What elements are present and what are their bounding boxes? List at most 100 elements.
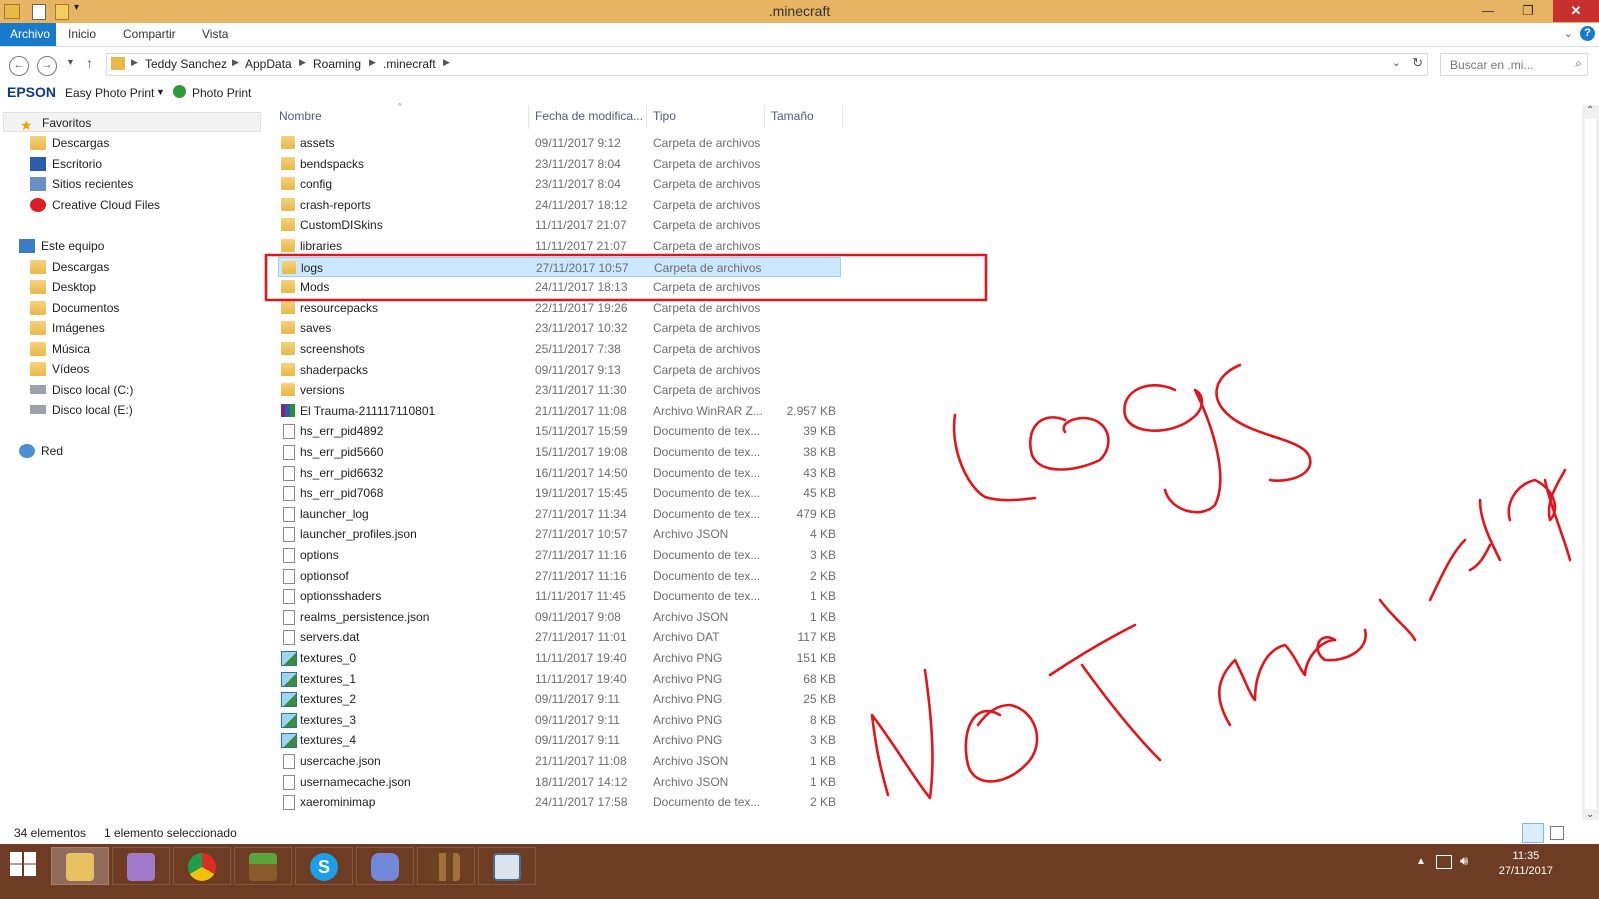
help-icon[interactable]: ? [1580,26,1595,41]
file-row[interactable]: El Trauma-211117110801 21/11/2017 11:08 Ar… [278,401,841,421]
file-row[interactable]: textures_4 09/11/2017 9:11 Archivo PNG 3 KB [278,730,841,750]
file-row[interactable]: libraries 11/11/2017 21:07 Carpeta de arch… [278,236,841,256]
nav-item-disco-c[interactable]: Disco local (C:) [30,380,133,400]
breadcrumb-separator-icon[interactable]: ▶ [232,57,239,68]
large-icons-view-icon[interactable] [1550,826,1564,840]
nav-item-descargas-pc[interactable]: Descargas [30,257,109,277]
taskbar-skype[interactable]: S [295,847,353,885]
nav-este-equipo[interactable]: Este equipo [19,236,104,256]
nav-item-musica[interactable]: Música [30,339,90,359]
file-row[interactable]: usercache.json 21/11/2017 11:08 Archivo JS… [278,751,841,771]
file-row[interactable]: hs_err_pid7068 19/11/2017 15:45 Documento … [278,483,841,503]
tab-vista[interactable]: Vista [192,23,238,46]
file-row[interactable]: hs_err_pid6632 16/11/2017 14:50 Documento … [278,463,841,483]
back-button[interactable]: ← [9,56,29,76]
scroll-thumb[interactable] [1585,119,1596,809]
tab-inicio[interactable]: Inicio [58,23,106,46]
taskbar-minecraft[interactable] [234,847,292,885]
search-box[interactable]: ⌕ [1440,53,1588,76]
file-row[interactable]: launcher_profiles.json 27/11/2017 10:57 Ar… [278,524,841,544]
file-row[interactable]: textures_1 11/11/2017 19:40 Archivo PNG 68 … [278,669,841,689]
vertical-scrollbar[interactable]: ⌃ ⌄ [1582,105,1599,820]
system-clock[interactable]: 11:35 27/11/2017 [1499,849,1553,879]
file-row[interactable]: logs 27/11/2017 10:57 Carpeta de archivos [278,256,841,277]
minimize-button[interactable]: — [1473,0,1503,22]
photo-print-button[interactable]: Photo Print [192,86,251,100]
show-hidden-icons-icon[interactable]: ▲ [1416,856,1426,867]
nav-item-documentos[interactable]: Documentos [30,298,119,318]
nav-item-descargas[interactable]: Descargas [30,133,109,153]
nav-item-sitios-recientes[interactable]: Sitios recientes [30,174,133,194]
file-row[interactable]: options 27/11/2017 11:16 Documento de tex.… [278,545,841,565]
easy-photo-print-button[interactable]: Easy Photo Print [65,86,154,100]
file-row[interactable]: bendspacks 23/11/2017 8:04 Carpeta de arch… [278,154,841,174]
file-row[interactable]: textures_2 09/11/2017 9:11 Archivo PNG 25 K… [278,689,841,709]
breadcrumb-separator-icon[interactable]: ▶ [369,57,376,68]
recent-locations-icon[interactable]: ▼ [66,57,75,67]
breadcrumb-teddy[interactable]: Teddy Sanchez [145,57,227,71]
close-button[interactable]: ✕ [1553,0,1599,22]
file-row[interactable]: hs_err_pid5660 15/11/2017 19:08 Documento … [278,442,841,462]
nav-item-disco-e[interactable]: Disco local (E:) [30,400,133,420]
tab-compartir[interactable]: Compartir [113,23,186,46]
maximize-button[interactable]: ❐ [1513,0,1543,22]
breadcrumb-minecraft[interactable]: .minecraft [383,57,436,71]
taskbar-file-explorer[interactable] [51,847,109,885]
dropdown-arrow-icon[interactable]: ▼ [156,87,165,97]
network-tray-icon[interactable] [1436,855,1452,869]
up-button[interactable]: ↑ [86,55,93,71]
address-dropdown-icon[interactable]: ⌄ [1392,56,1401,69]
details-view-icon[interactable] [1522,823,1544,843]
refresh-icon[interactable]: ↻ [1412,55,1423,71]
file-row[interactable]: assets 09/11/2017 9:12 Carpeta de archivos [278,133,841,153]
breadcrumb-appdata[interactable]: AppData [245,57,292,71]
taskbar-discord[interactable] [356,847,414,885]
file-row[interactable]: servers.dat 27/11/2017 11:01 Archivo DAT 11… [278,627,841,647]
nav-red[interactable]: Red [19,441,63,461]
file-row[interactable]: optionsof 27/11/2017 11:16 Documento de te… [278,566,841,586]
search-icon[interactable]: ⌕ [1575,56,1582,71]
nav-item-creative-cloud[interactable]: Creative Cloud Files [30,195,160,215]
file-row[interactable]: textures_0 11/11/2017 19:40 Archivo PNG 151… [278,648,841,668]
file-row[interactable]: launcher_log 27/11/2017 11:34 Documento de… [278,504,841,524]
file-row[interactable]: Mods 24/11/2017 18:13 Carpeta de archivos [278,277,841,297]
taskbar-window[interactable] [478,847,536,885]
file-row[interactable]: config 23/11/2017 8:04 Carpeta de archivos [278,174,841,194]
nav-item-desktop[interactable]: Desktop [30,277,96,297]
scroll-up-icon[interactable]: ⌃ [1586,105,1594,116]
nav-item-escritorio[interactable]: Escritorio [30,154,102,174]
nav-item-imagenes[interactable]: Imágenes [30,318,105,338]
file-row[interactable]: shaderpacks 09/11/2017 9:13 Carpeta de arc… [278,360,841,380]
forward-button[interactable]: → [37,56,57,76]
breadcrumb-roaming[interactable]: Roaming [313,57,361,71]
taskbar-pen[interactable] [112,847,170,885]
taskbar-chrome[interactable] [173,847,231,885]
file-row[interactable]: hs_err_pid4892 15/11/2017 15:59 Documento … [278,421,841,441]
column-header-tipo[interactable]: Tipo [653,109,676,123]
file-row[interactable]: xaerominimap 24/11/2017 17:58 Documento de… [278,792,841,812]
file-row[interactable]: crash-reports 24/11/2017 18:12 Carpeta de … [278,195,841,215]
file-row[interactable]: versions 23/11/2017 11:30 Carpeta de archi… [278,380,841,400]
breadcrumb-separator-icon[interactable]: ▶ [131,57,138,68]
file-row[interactable]: CustomDISkins 11/11/2017 21:07 Carpeta de … [278,215,841,235]
address-bar[interactable]: ▶ Teddy Sanchez ▶ AppData ▶ Roaming ▶ .m… [106,53,1428,76]
file-row[interactable]: optionsshaders 11/11/2017 11:45 Documento … [278,586,841,606]
scroll-down-icon[interactable]: ⌄ [1586,809,1594,820]
taskbar-crafting-table[interactable] [417,847,475,885]
breadcrumb-separator-icon[interactable]: ▶ [443,57,450,68]
ribbon-expand-icon[interactable]: ⌄ [1564,27,1573,40]
file-row[interactable]: usernamecache.json 18/11/2017 14:12 Archiv… [278,772,841,792]
file-row[interactable]: screenshots 25/11/2017 7:38 Carpeta de arc… [278,339,841,359]
column-header-nombre[interactable]: Nombre [279,109,322,123]
file-row[interactable]: saves 23/11/2017 10:32 Carpeta de archivos [278,318,841,338]
file-row[interactable]: resourcepacks 22/11/2017 19:26 Carpeta de … [278,298,841,318]
nav-item-videos[interactable]: Vídeos [30,359,89,379]
breadcrumb-separator-icon[interactable]: ▶ [299,57,306,68]
file-row[interactable]: textures_3 09/11/2017 9:11 Archivo PNG 8 KB [278,710,841,730]
column-header-fecha[interactable]: Fecha de modifica... [535,109,643,123]
column-header-tamano[interactable]: Tamaño [771,109,814,123]
search-input[interactable] [1448,57,1572,73]
nav-favorites[interactable]: ★ Favoritos [3,112,261,132]
tab-archivo[interactable]: Archivo [0,23,56,46]
start-button[interactable] [0,844,48,884]
